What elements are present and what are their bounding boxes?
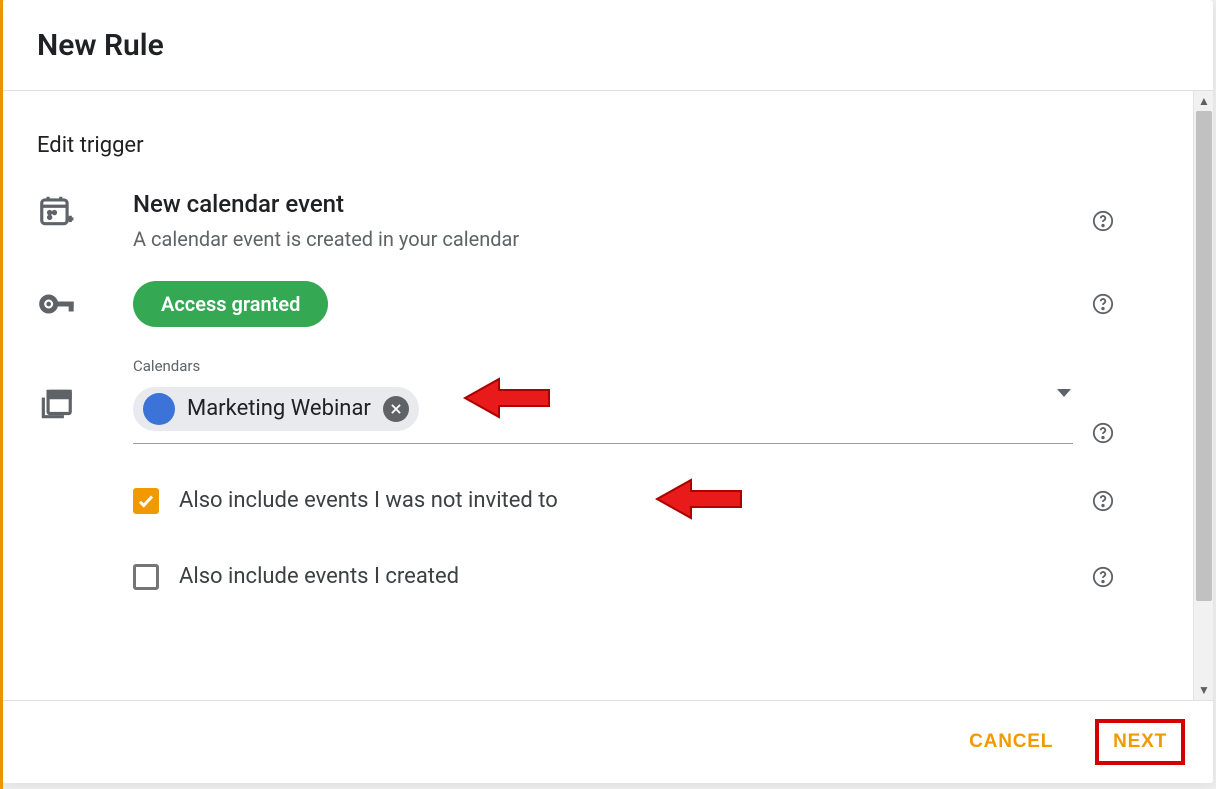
key-icon [37, 284, 133, 324]
scrollbar[interactable]: ▲ ▼ [1193, 91, 1213, 700]
checkbox-unchecked-icon[interactable] [133, 564, 159, 590]
help-icon[interactable] [1092, 566, 1114, 588]
calendars-label: Calendars [133, 357, 1073, 375]
checkbox-checked-icon[interactable] [133, 488, 159, 514]
include-created-label: Also include events I created [179, 564, 459, 589]
scroll-thumb[interactable] [1196, 111, 1212, 601]
calendars-field-container: Calendars Marketing Webinar [133, 357, 1073, 444]
scroll-up-icon[interactable]: ▲ [1194, 91, 1213, 111]
trigger-subtitle: A calendar event is created in your cale… [133, 225, 1073, 253]
scroll-down-icon[interactable]: ▼ [1194, 680, 1213, 700]
modal-body: Edit trigger [3, 91, 1213, 700]
new-rule-modal: New Rule Edit trigger [3, 0, 1213, 783]
help-icon[interactable] [1092, 210, 1114, 232]
include-not-invited-label: Also include events I was not invited to [179, 488, 558, 513]
include-not-invited-option[interactable]: Also include events I was not invited to [133, 488, 1073, 514]
modal-footer: CANCEL NEXT [3, 700, 1213, 783]
help-icon[interactable] [1092, 293, 1114, 315]
include-created-option[interactable]: Also include events I created [133, 564, 1073, 590]
help-icon[interactable] [1092, 490, 1114, 512]
access-row: Access granted [37, 281, 1133, 327]
cancel-button[interactable]: CANCEL [957, 721, 1065, 763]
calendars-icon [37, 357, 133, 423]
dropdown-caret-icon[interactable] [1057, 389, 1071, 397]
access-granted-badge[interactable]: Access granted [133, 281, 328, 327]
include-not-invited-row: Also include events I was not invited to [37, 488, 1133, 514]
help-icon[interactable] [1092, 422, 1114, 444]
trigger-info: New calendar event A calendar event is c… [133, 190, 1073, 253]
calendars-input[interactable]: Marketing Webinar [133, 383, 1073, 444]
include-created-row: Also include events I created [37, 564, 1133, 590]
chip-remove-icon[interactable] [383, 396, 409, 422]
calendar-chip: Marketing Webinar [133, 387, 419, 431]
calendar-add-icon [37, 190, 133, 230]
next-button[interactable]: NEXT [1095, 719, 1185, 765]
calendar-chip-label: Marketing Webinar [187, 396, 371, 421]
trigger-title: New calendar event [133, 190, 1073, 219]
calendars-row: Calendars Marketing Webinar [37, 357, 1133, 444]
modal-header: New Rule [3, 0, 1213, 91]
modal-title: New Rule [37, 28, 1179, 63]
calendar-color-dot-icon [143, 393, 175, 425]
content-scroll[interactable]: Edit trigger [3, 91, 1193, 700]
section-title: Edit trigger [37, 133, 1133, 158]
trigger-type-row: New calendar event A calendar event is c… [37, 190, 1133, 253]
